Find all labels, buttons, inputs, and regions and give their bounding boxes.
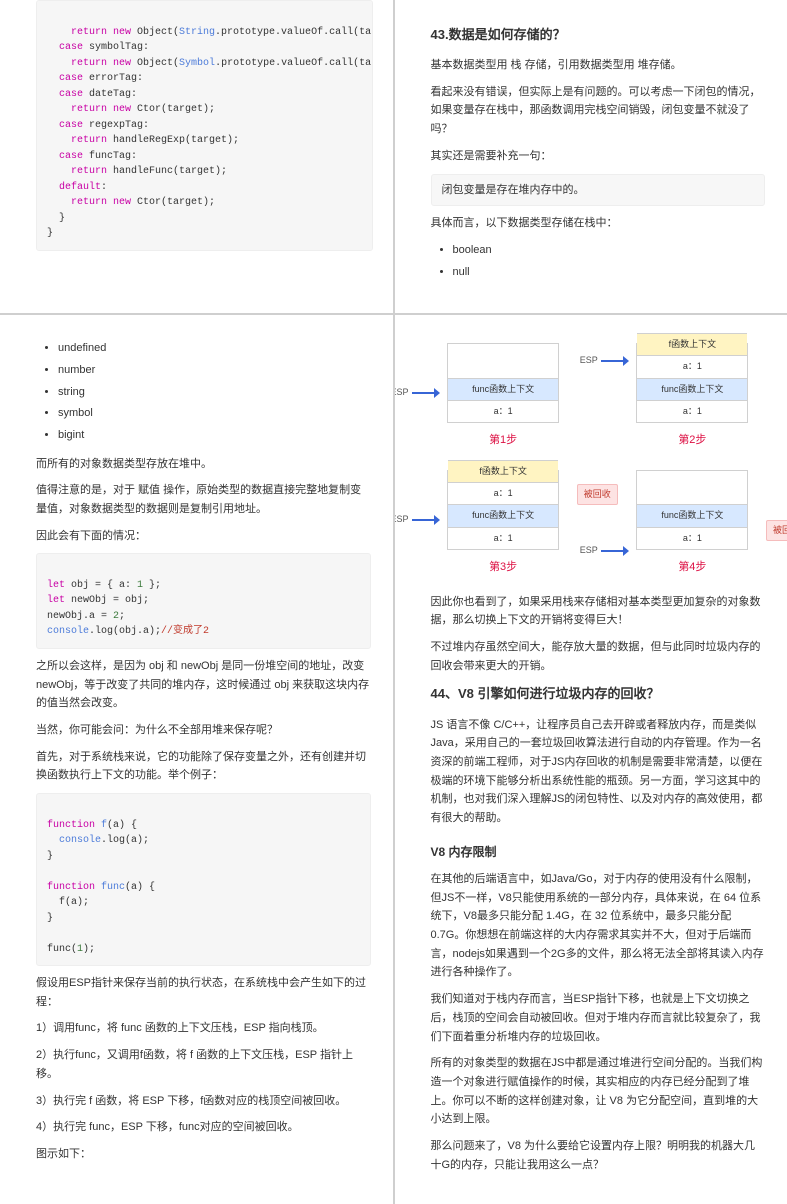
gc-tag: 被回收 [577,484,618,505]
q43-p1: 基本数据类型用 栈 存储，引用数据类型用 堆存储。 [431,56,766,75]
diagram-step-3: ESP 被回收 f函数上下文 a：1 func函数上下文 a：1 第3步 [439,470,568,577]
panel-bottom-left: undefined number string symbol bigint 而所… [0,315,393,1204]
stack-box: f函数上下文 a：1 func函数上下文 a：1 [636,343,748,423]
esp-pointer: ESP [395,512,440,527]
list-item: symbol [58,404,371,423]
stack-box: func函数上下文 a：1 [447,343,559,423]
bl-p2: 值得注意的是，对于 赋值 操作，原始类型的数据直接完整地复制变量值，对象数据类型… [36,481,371,518]
stack-cell-f: f函数上下文 [637,333,747,355]
list-item: undefined [58,339,371,358]
stack-cell-a: a：1 [637,355,747,377]
q43-p3: 其实还是需要补充一句： [431,147,766,166]
list-item: boolean [453,241,766,260]
panel-top-left: return new Object(String.prototype.value… [0,0,393,313]
esp-pointer: ESP [580,543,629,558]
br-p-after1: 因此你也看到了，如果采用栈来存储相对基本类型更加复杂的对象数据，那么切换上下文的… [431,593,766,630]
stack-types-list-2: undefined number string symbol bigint [36,339,371,444]
stack-cell-a: a：1 [448,482,558,504]
esp-label: ESP [395,385,409,400]
bl-p3: 因此会有下面的情况： [36,527,371,546]
code-block-switch: return new Object(String.prototype.value… [36,0,373,251]
stack-cell-f: f函数上下文 [448,460,558,482]
diagram-step-4: ESP 被回收 func函数上下文 a：1 第4步 [628,470,757,577]
list-item: string [58,383,371,402]
bl-p8: 图示如下： [36,1145,371,1164]
q44-pd: 所有的对象类型的数据在JS中都是通过堆进行空间分配的。当我们构造一个对象进行赋值… [431,1054,766,1129]
q44-sub: V8 内存限制 [431,842,766,862]
bl-p5: 当然，你可能会问：为什么不全部用堆来保存呢？ [36,721,371,740]
stack-cell-func: func函数上下文 [448,504,558,526]
q43-p2: 看起来没有错误，但实际上是有问题的。可以考虑一下闭包的情况，如果变量存在栈中，那… [431,83,766,139]
stack-types-list-1: boolean null [431,241,766,281]
arrow-icon [601,547,629,555]
esp-pointer: ESP [395,385,440,400]
q44-pb: 在其他的后端语言中，如Java/Go，对于内存的使用没有什么限制，但JS不一样，… [431,870,766,982]
step-label: 第3步 [489,558,517,577]
ol-4: 4）执行完 func，ESP 下移，func对应的空间被回收。 [36,1118,371,1137]
step-label: 第4步 [678,558,706,577]
stack-diagram: ESP func函数上下文 a：1 第1步 ESP f函数上下文 [439,343,758,576]
stack-cell-a: a：1 [448,400,558,422]
esp-label: ESP [580,543,598,558]
q44-title: 44、V8 引擎如何进行垃圾内存的回收？ [431,683,766,705]
bl-p7: 假设用ESP指针来保存当前的执行状态，在系统栈中会产生如下的过程： [36,974,371,1011]
panel-top-right: 43.数据是如何存储的？ 基本数据类型用 栈 存储，引用数据类型用 堆存储。 看… [395,0,787,313]
list-item: null [453,263,766,282]
bl-p4: 之所以会这样，是因为 obj 和 newObj 是同一份堆空间的地址，改变 ne… [36,657,371,713]
q44-pc: 我们知道对于栈内存而言，当ESP指针下移，也就是上下文切换之后，栈顶的空间会自动… [431,990,766,1046]
esp-label: ESP [580,353,598,368]
stack-cell-a: a：1 [637,527,747,549]
step-label: 第2步 [678,431,706,450]
stack-box: f函数上下文 a：1 func函数上下文 a：1 [447,470,559,550]
panel-bottom-right: ESP func函数上下文 a：1 第1步 ESP f函数上下文 [395,315,787,1204]
stack-cell-func: func函数上下文 [448,378,558,400]
ol-1: 1）调用func，将 func 函数的上下文压栈，ESP 指向栈顶。 [36,1019,371,1038]
gc-tag: 被回收 [766,520,787,541]
ol-2: 2）执行func，又调用f函数，将 f 函数的上下文压栈，ESP 指针上移。 [36,1046,371,1083]
stack-box: func函数上下文 a：1 [636,470,748,550]
code-block-obj: let obj = { a: 1 }; let newObj = obj; ne… [36,553,371,649]
q44-pe: 那么问题来了，V8 为什么要给它设置内存上限？明明我的机器大几十G的内存，只能让… [431,1137,766,1174]
stack-cell-func: func函数上下文 [637,378,747,400]
q44-pa: JS 语言不像 C/C++，让程序员自己去开辟或者释放内存，而是类似Java，采… [431,716,766,828]
bl-p1: 而所有的对象数据类型存放在堆中。 [36,455,371,474]
arrow-icon [412,389,440,397]
stack-cell-func: func函数上下文 [637,504,747,526]
stack-cell-a: a：1 [637,400,747,422]
diagram-step-1: ESP func函数上下文 a：1 第1步 [439,343,568,450]
arrow-icon [601,357,629,365]
esp-label: ESP [395,512,409,527]
diagram-step-2: ESP f函数上下文 a：1 func函数上下文 a：1 第2步 [628,343,757,450]
br-p-after2: 不过堆内存虽然空间大，能存放大量的数据，但与此同时垃圾内存的回收会带来更大的开销… [431,638,766,675]
arrow-icon [412,516,440,524]
stack-cell-a: a：1 [448,527,558,549]
ol-3: 3）执行完 f 函数，将 ESP 下移，f函数对应的栈顶空间被回收。 [36,1092,371,1111]
bl-p6: 首先，对于系统栈来说，它的功能除了保存变量之外，还有创建并切换函数执行上下文的功… [36,748,371,785]
list-item: bigint [58,426,371,445]
esp-pointer: ESP [580,353,629,368]
q43-title: 43.数据是如何存储的？ [431,24,766,46]
q43-quote: 闭包变量是存在堆内存中的。 [431,174,766,207]
code-block-func: function f(a) { console.log(a); } functi… [36,793,371,966]
list-item: number [58,361,371,380]
step-label: 第1步 [489,431,517,450]
q43-p4: 具体而言，以下数据类型存储在栈中： [431,214,766,233]
